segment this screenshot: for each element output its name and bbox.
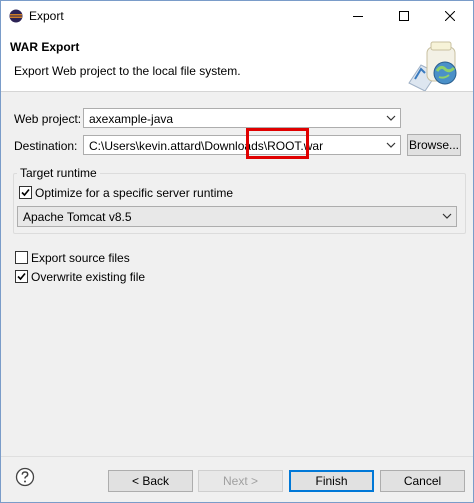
runtime-combo[interactable]: Apache Tomcat v8.5 (17, 206, 457, 227)
checkmark-icon (21, 188, 30, 197)
destination-combo[interactable]: C:\Users\kevin.attard\Downloads\ROOT.war (83, 135, 401, 155)
export-dialog: Export WAR Export Export Web project to … (0, 0, 474, 503)
next-button[interactable]: Next > (198, 470, 283, 492)
web-project-label: Web project: (14, 112, 82, 126)
overwrite-label[interactable]: Overwrite existing file (31, 270, 145, 284)
export-source-label[interactable]: Export source files (31, 251, 130, 265)
minimize-button[interactable] (335, 1, 381, 31)
optimize-label[interactable]: Optimize for a specific server runtime (35, 186, 233, 200)
close-button[interactable] (427, 1, 473, 31)
dropdown-arrow-icon (386, 142, 396, 148)
help-icon[interactable] (15, 467, 35, 487)
dropdown-arrow-icon (442, 213, 452, 219)
runtime-value: Apache Tomcat v8.5 (23, 210, 132, 224)
browse-button[interactable]: Browse... (407, 134, 461, 156)
window-title: Export (29, 9, 64, 23)
checkmark-icon (17, 272, 26, 281)
maximize-button[interactable] (381, 1, 427, 31)
back-button[interactable]: < Back (108, 470, 193, 492)
close-icon (445, 11, 455, 21)
destination-label: Destination: (14, 139, 78, 153)
cancel-button[interactable]: Cancel (380, 470, 465, 492)
annotation-highlight-box (246, 128, 309, 159)
wizard-description: Export Web project to the local file sys… (14, 64, 241, 78)
footer-separator (1, 456, 473, 457)
optimize-checkbox[interactable] (19, 186, 32, 199)
wizard-header: WAR Export Export Web project to the loc… (1, 31, 473, 92)
finish-button[interactable]: Finish (289, 470, 374, 492)
overwrite-checkbox[interactable] (15, 270, 28, 283)
minimize-icon (353, 16, 363, 17)
target-runtime-title: Target runtime (17, 166, 100, 180)
web-project-combo[interactable]: axexample-java (83, 108, 401, 128)
war-banner-icon (408, 41, 457, 91)
title-bar: Export (1, 1, 473, 31)
eclipse-app-icon (9, 9, 23, 23)
dropdown-arrow-icon (386, 115, 396, 121)
maximize-icon (399, 11, 409, 21)
export-source-checkbox[interactable] (15, 251, 28, 264)
wizard-title: WAR Export (10, 40, 80, 54)
web-project-value: axexample-java (89, 112, 174, 126)
